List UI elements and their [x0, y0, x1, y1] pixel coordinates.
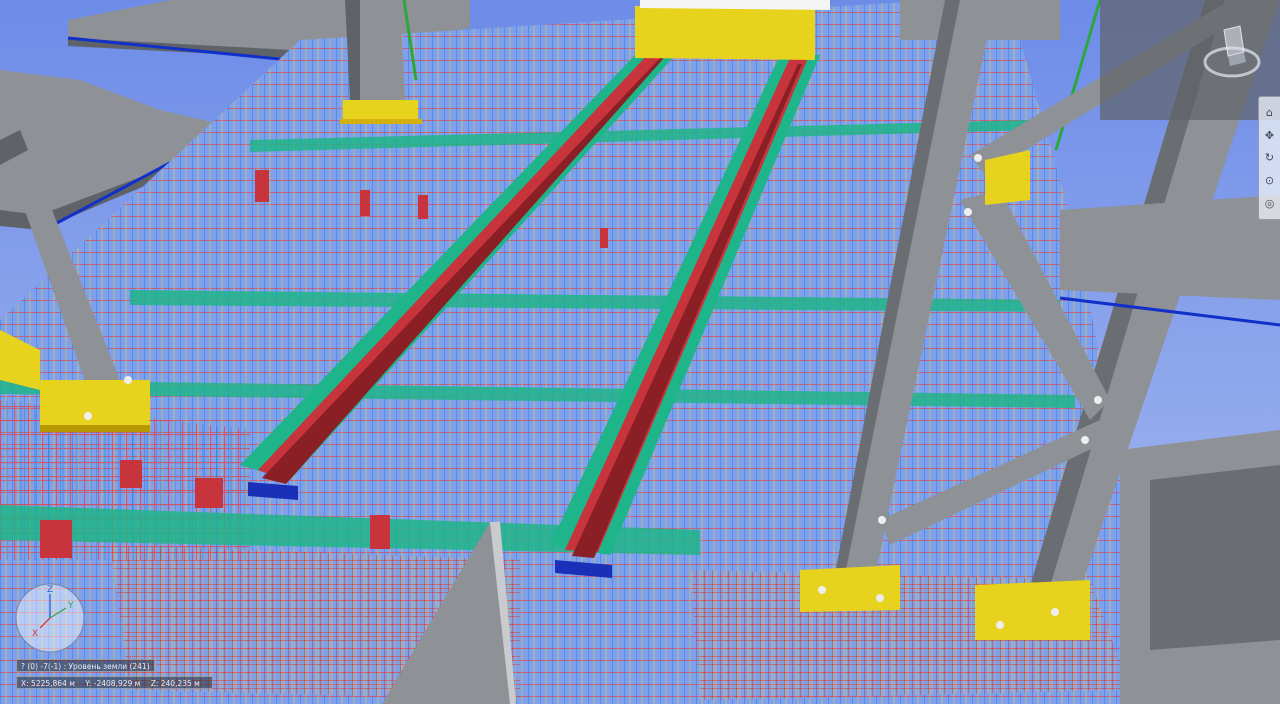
pan-icon[interactable]: ✥ [1263, 128, 1277, 142]
coord-x: X: 5225,864 м [21, 679, 75, 688]
coord-y: Y: -2408,929 м [85, 679, 141, 688]
y-axis-label: Y [67, 601, 74, 611]
coord-z: Z: 240,235 м [150, 679, 200, 688]
axis-gizmo: Z Y X [15, 583, 85, 653]
walk-icon[interactable]: ◎ [1263, 197, 1277, 211]
x-axis-label: X [32, 629, 38, 639]
zoom-icon[interactable]: ⊙ [1263, 174, 1277, 188]
orbit-icon[interactable]: ↻ [1263, 151, 1277, 165]
level-status: ? (0) -7(-1) : Уровень земли (241) [16, 659, 155, 672]
coordinates-status: X: 5225,864 м Y: -2408,929 м Z: 240,235 … [16, 676, 213, 689]
model-scene[interactable] [0, 0, 1280, 704]
z-axis-label: Z [47, 585, 53, 595]
home-icon[interactable]: ⌂ [1263, 105, 1277, 119]
view-cube[interactable] [1202, 22, 1262, 82]
navigation-bar: ⌂ ✥ ↻ ⊙ ◎ [1258, 96, 1280, 220]
3d-viewport[interactable]: ⌂ ✥ ↻ ⊙ ◎ Z Y X ? (0) -7(-1) : Уровень з… [0, 0, 1280, 704]
yellow-element [635, 0, 830, 60]
